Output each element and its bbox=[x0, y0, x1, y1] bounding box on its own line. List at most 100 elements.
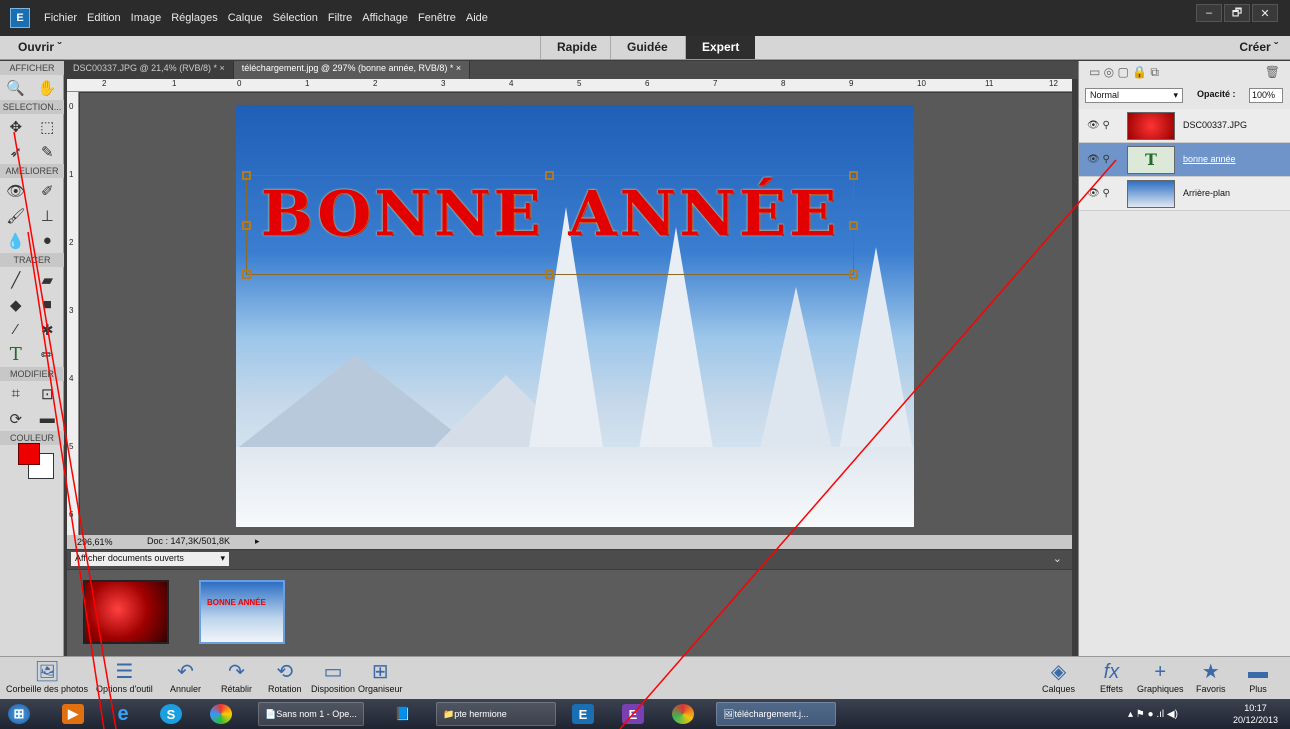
zoom-icon[interactable]: 🔍 bbox=[5, 77, 27, 99]
tab-telechargement[interactable]: téléchargement.jpg @ 297% (bonne année, … bbox=[233, 61, 471, 79]
visibility-eye-icon[interactable]: 👁 ⚲ bbox=[1087, 154, 1110, 165]
healing-icon[interactable]: ✐ bbox=[36, 180, 58, 202]
layer-thumbnail bbox=[1127, 112, 1175, 140]
taskbar-window-folder[interactable]: 📁 pte hermione bbox=[436, 702, 556, 726]
transform-handle[interactable] bbox=[545, 270, 554, 279]
transform-handle[interactable] bbox=[849, 221, 858, 230]
eyedropper-icon[interactable]: ⁄ bbox=[5, 319, 27, 341]
transform-handle[interactable] bbox=[242, 171, 251, 180]
taskbar-elements-1[interactable]: E bbox=[572, 702, 594, 726]
snow-landscape-photo[interactable]: BONNE ANNÉE bbox=[236, 105, 914, 527]
panel-options-icon[interactable]: ⌄ bbox=[1053, 552, 1062, 565]
paint-bucket-icon[interactable]: ◆ bbox=[5, 294, 27, 316]
visibility-eye-icon[interactable]: 👁 ⚲ bbox=[1087, 120, 1110, 131]
graphics-button[interactable]: + Graphiques bbox=[1137, 660, 1184, 694]
layout-button[interactable]: ▭ Disposition bbox=[311, 660, 355, 694]
menu-aide[interactable]: Aide bbox=[466, 12, 488, 24]
trash-icon[interactable]: 🗑 bbox=[1265, 65, 1280, 79]
smart-brush-icon[interactable]: 🖌 bbox=[5, 205, 27, 227]
thumbnail-snow[interactable]: BONNE ANNÉE bbox=[199, 580, 285, 644]
menu-image[interactable]: Image bbox=[131, 12, 162, 24]
taskbar-picasa[interactable] bbox=[210, 702, 232, 726]
quick-select-icon[interactable]: ✎ bbox=[36, 141, 58, 163]
open-button[interactable]: Ouvrir ˇ bbox=[18, 40, 61, 54]
undo-button[interactable]: ↶ Annuler bbox=[170, 660, 201, 694]
pencil-icon[interactable]: ✏ bbox=[36, 344, 58, 366]
tool-options-button[interactable]: ☰ Options d'outil bbox=[96, 660, 153, 694]
menu-fenetre[interactable]: Fenêtre bbox=[418, 12, 456, 24]
system-tray[interactable]: ▴ ⚑ ● .ıl ◀) bbox=[1128, 702, 1178, 726]
zoom-level[interactable]: 296,61% bbox=[77, 537, 113, 547]
organizer-button[interactable]: ⊞ Organiseur bbox=[358, 660, 403, 694]
blend-mode-select[interactable]: Normal ▾ bbox=[1085, 88, 1183, 103]
menu-reglages[interactable]: Réglages bbox=[171, 12, 217, 24]
status-menu-arrow-icon[interactable]: ▸ bbox=[255, 536, 260, 547]
taskbar-chrome[interactable] bbox=[672, 702, 694, 726]
transform-handle[interactable] bbox=[242, 221, 251, 230]
menu-calque[interactable]: Calque bbox=[228, 12, 263, 24]
taskbar-skype[interactable]: S bbox=[160, 702, 182, 726]
start-button[interactable]: ⊞ bbox=[8, 702, 30, 726]
sponge-icon[interactable]: ● bbox=[36, 230, 58, 252]
transform-handle[interactable] bbox=[242, 270, 251, 279]
brush-icon[interactable]: ╱ bbox=[5, 269, 27, 291]
canvas-area[interactable]: BONNE ANNÉE bbox=[80, 93, 1072, 535]
photo-bin-button[interactable]: 🖼 Corbeille des photos bbox=[6, 660, 88, 694]
straighten-icon[interactable]: ▬ bbox=[36, 408, 58, 430]
taskbar-elements-2[interactable]: E bbox=[622, 702, 644, 726]
taskbar-book[interactable]: 📘 bbox=[392, 702, 414, 726]
marquee-icon[interactable]: ⬚ bbox=[36, 116, 58, 138]
close-button[interactable]: ✕ bbox=[1252, 4, 1278, 22]
layers-button[interactable]: ◈ Calques bbox=[1042, 660, 1075, 694]
mode-expert[interactable]: Expert bbox=[685, 36, 755, 59]
red-eye-icon[interactable]: 👁 bbox=[5, 180, 27, 202]
restore-button[interactable]: 🗗 bbox=[1224, 4, 1250, 22]
text-tool-icon[interactable]: T bbox=[5, 344, 27, 366]
content-move-icon[interactable]: ⟳ bbox=[5, 408, 27, 430]
redo-button[interactable]: ↷ Rétablir bbox=[221, 660, 252, 694]
more-button[interactable]: ▬ Plus bbox=[1248, 660, 1268, 694]
crop-icon[interactable]: ⌗ bbox=[5, 383, 27, 405]
menu-filtre[interactable]: Filtre bbox=[328, 12, 352, 24]
panel-tools-icons[interactable]: ▭ ◎ ▢ 🔒 ⧉ bbox=[1089, 65, 1159, 80]
menu-affichage[interactable]: Affichage bbox=[362, 12, 408, 24]
transform-handle[interactable] bbox=[849, 270, 858, 279]
blur-icon[interactable]: 💧 bbox=[5, 230, 27, 252]
recompose-icon[interactable]: ⊡ bbox=[36, 383, 58, 405]
transform-bounding-box[interactable] bbox=[242, 171, 858, 279]
lasso-icon[interactable]: ➶ bbox=[5, 141, 27, 163]
move-icon[interactable]: ✥ bbox=[5, 116, 27, 138]
layer-row-bonne-annee[interactable]: 👁 ⚲ T bonne année bbox=[1079, 143, 1290, 177]
hand-icon[interactable]: ✋ bbox=[36, 77, 58, 99]
taskbar-clock[interactable]: 10:17 20/12/2013 bbox=[1233, 702, 1278, 726]
layer-row-arriere-plan[interactable]: 👁 ⚲ Arrière-plan bbox=[1079, 177, 1290, 211]
taskbar-window-telechargement[interactable]: 🖼 téléchargement.j... bbox=[716, 702, 836, 726]
foreground-color-swatch[interactable] bbox=[18, 443, 40, 465]
visibility-eye-icon[interactable]: 👁 ⚲ bbox=[1087, 188, 1110, 199]
taskbar-media[interactable]: ▶ bbox=[62, 702, 84, 726]
layer-row-dsc00337[interactable]: 👁 ⚲ DSC00337.JPG bbox=[1079, 109, 1290, 143]
thumbnail-fireworks[interactable] bbox=[83, 580, 169, 644]
effects-button[interactable]: fx Effets bbox=[1100, 660, 1123, 694]
taskbar-window-openoffice[interactable]: 📄 Sans nom 1 - Ope... bbox=[258, 702, 364, 726]
stamp-icon[interactable]: ⊥ bbox=[36, 205, 58, 227]
gradient-icon[interactable]: ■ bbox=[36, 294, 58, 316]
taskbar-ie[interactable]: e bbox=[112, 702, 134, 726]
mode-guidee[interactable]: Guidée bbox=[610, 36, 684, 59]
app-logo-icon[interactable]: E bbox=[10, 8, 30, 28]
favorites-button[interactable]: ★ Favoris bbox=[1196, 660, 1226, 694]
bin-view-select[interactable]: Afficher documents ouverts ▾ bbox=[71, 552, 229, 566]
transform-handle[interactable] bbox=[849, 171, 858, 180]
shape-icon[interactable]: ✱ bbox=[36, 319, 58, 341]
menu-fichier[interactable]: Fichier bbox=[44, 12, 77, 24]
create-button[interactable]: Créer ˇ bbox=[1239, 40, 1278, 54]
minimize-button[interactable]: – bbox=[1196, 4, 1222, 22]
menu-edition[interactable]: Edition bbox=[87, 12, 121, 24]
mode-rapide[interactable]: Rapide bbox=[540, 36, 613, 59]
eraser-icon[interactable]: ▰ bbox=[36, 269, 58, 291]
menu-selection[interactable]: Sélection bbox=[273, 12, 318, 24]
tab-dsc00337[interactable]: DSC00337.JPG @ 21,4% (RVB/8) * × bbox=[65, 61, 234, 79]
opacity-field[interactable]: 100% bbox=[1249, 88, 1283, 103]
rotate-button[interactable]: ⟲ Rotation bbox=[268, 660, 302, 694]
transform-handle[interactable] bbox=[545, 171, 554, 180]
